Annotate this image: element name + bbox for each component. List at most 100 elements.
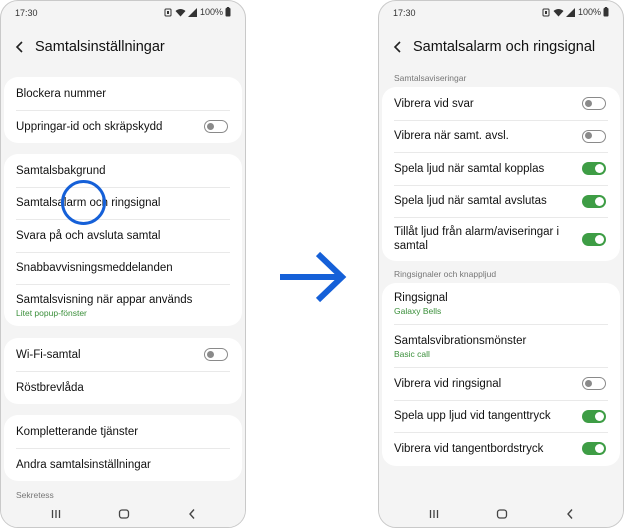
settings-item-ringtone[interactable]: Ringsignal Galaxy Bells: [382, 283, 620, 323]
settings-item-vibrate-on-ring[interactable]: Vibrera vid ringsignal: [382, 367, 620, 400]
settings-item-sublabel: Galaxy Bells: [394, 305, 442, 316]
settings-item-label: Tillåt ljud från alarm/aviseringar i sam…: [394, 226, 560, 252]
settings-item-label: Andra samtalsinställningar: [16, 458, 151, 471]
settings-item-quick-decline[interactable]: Snabbavvisningsmeddelanden: [4, 252, 242, 284]
settings-group-wifi-voicemail: Wi-Fi-samtal Röstbrevlåda: [4, 338, 242, 404]
settings-item-call-background[interactable]: Samtalsbakgrund: [4, 154, 242, 187]
settings-item-keypad-sound[interactable]: Spela upp ljud vid tangenttryck: [382, 400, 620, 432]
app-header: Samtalsinställningar: [13, 35, 237, 59]
settings-group-call: Samtalsbakgrund Samtalsalarm och ringsig…: [4, 154, 242, 326]
settings-item-vibrate-on-answer[interactable]: Vibrera vid svar: [382, 87, 620, 120]
settings-item-allow-alarm-sounds[interactable]: Tillåt ljud från alarm/aviseringar i sam…: [382, 219, 620, 259]
home-icon[interactable]: [117, 507, 131, 521]
settings-item-sublabel: Litet popup-fönster: [16, 307, 87, 318]
settings-item-sound-on-end[interactable]: Spela ljud när samtal avslutas: [382, 185, 620, 217]
battery-icon: [225, 7, 231, 17]
settings-item-label: Spela upp ljud vid tangenttryck: [394, 410, 551, 422]
settings-item-call-alerts-ringtone[interactable]: Samtalsalarm och ringsignal: [4, 187, 242, 219]
settings-item-label: Wi-Fi-samtal: [16, 348, 81, 361]
settings-group-ringtones: Ringsignal Galaxy Bells Samtalsvibration…: [382, 283, 620, 466]
settings-item-label: Snabbavvisningsmeddelanden: [16, 262, 173, 274]
wifi-icon: [175, 8, 186, 16]
settings-item-label: Samtalsbakgrund: [16, 164, 106, 177]
phone-screen-call-settings: 17:30 100% Samtalsinställningar Blockera…: [0, 0, 246, 528]
recent-apps-icon[interactable]: [427, 507, 441, 521]
settings-item-label: Kompletterande tjänster: [16, 425, 139, 438]
settings-item-label: Röstbrevlåda: [16, 381, 84, 394]
settings-item-sound-on-connect[interactable]: Spela ljud när samtal kopplas: [382, 152, 620, 185]
settings-item-sublabel: Basic call: [394, 348, 430, 359]
settings-item-voicemail[interactable]: Röstbrevlåda: [4, 371, 242, 404]
settings-item-label: Spela ljud när samtal avslutas: [394, 195, 547, 207]
settings-item-label: Spela ljud när samtal kopplas: [394, 162, 545, 175]
vibrate-on-end-toggle[interactable]: [582, 129, 606, 143]
wifi-calling-toggle[interactable]: [204, 348, 228, 361]
settings-item-text: Samtalsvisning när appar används Litet p…: [16, 293, 228, 318]
tap-highlight-circle: [61, 180, 106, 225]
settings-item-other-call-settings[interactable]: Andra samtalsinställningar: [4, 448, 242, 481]
keyboard-vibrate-toggle[interactable]: [582, 442, 606, 455]
settings-item-label: Samtalsvibrationsmönster: [394, 334, 527, 347]
settings-item-label: Vibrera när samt. avsl.: [394, 130, 509, 142]
settings-item-supplementary[interactable]: Kompletterande tjänster: [4, 415, 242, 448]
settings-group-call-notifications: Vibrera vid svar Vibrera när samt. avsl.…: [382, 87, 620, 261]
recent-apps-icon[interactable]: [49, 507, 63, 521]
settings-item-label: Samtalsalarm och ringsignal: [16, 197, 161, 209]
back-arrow-icon[interactable]: [13, 40, 27, 54]
app-header: Samtalsalarm och ringsignal: [391, 35, 615, 59]
settings-item-label: Svara på och avsluta samtal: [16, 229, 161, 242]
divider: [394, 217, 608, 218]
settings-item-vibrate-on-end[interactable]: Vibrera när samt. avsl.: [382, 120, 620, 152]
page-title: Samtalsinställningar: [35, 39, 165, 55]
back-icon[interactable]: [563, 507, 577, 521]
wifi-icon: [553, 8, 564, 16]
settings-item-block-numbers[interactable]: Blockera nummer: [4, 77, 242, 110]
wifi-calling-icon: [164, 8, 172, 16]
navigation-bar: [1, 499, 245, 527]
battery-percent: 100%: [199, 7, 223, 17]
status-time: 17:30: [15, 8, 38, 18]
arrow-right-icon: [280, 251, 347, 303]
battery-icon: [603, 7, 609, 17]
settings-item-keyboard-vibrate[interactable]: Vibrera vid tangentbordstryck: [382, 432, 620, 465]
sound-on-connect-toggle[interactable]: [582, 162, 606, 175]
caller-id-toggle[interactable]: [204, 120, 228, 133]
settings-item-call-display[interactable]: Samtalsvisning när appar används Litet p…: [4, 286, 242, 324]
settings-item-text: Ringsignal Galaxy Bells: [394, 291, 606, 316]
allow-alarm-sounds-toggle[interactable]: [582, 232, 606, 246]
status-bar: 17:30 100%: [1, 1, 245, 23]
signal-icon: [565, 7, 575, 17]
section-label-ringtones: Ringsignaler och knappljud: [394, 269, 497, 279]
settings-item-label: Vibrera vid ringsignal: [394, 377, 502, 390]
signal-icon: [187, 7, 197, 17]
home-icon[interactable]: [495, 507, 509, 521]
sound-on-end-toggle[interactable]: [582, 194, 606, 208]
status-time: 17:30: [393, 8, 416, 18]
keypad-sound-toggle[interactable]: [582, 409, 606, 423]
settings-item-text: Samtalsvibrationsmönster Basic call: [394, 334, 606, 359]
battery-percent: 100%: [577, 7, 601, 17]
vibrate-on-ring-toggle[interactable]: [582, 377, 606, 390]
settings-item-caller-id[interactable]: Uppringar-id och skräpskydd: [4, 110, 242, 143]
vibrate-on-answer-toggle[interactable]: [582, 97, 606, 110]
wifi-calling-icon: [542, 8, 550, 16]
settings-item-vibration-pattern[interactable]: Samtalsvibrationsmönster Basic call: [382, 325, 620, 367]
phone-screen-call-alerts: 17:30 100% Samtalsalarm och ringsignal S…: [378, 0, 624, 528]
settings-item-label: Samtalsvisning när appar används: [16, 293, 193, 306]
settings-item-label: Vibrera vid tangentbordstryck: [394, 442, 544, 455]
settings-group-blocking: Blockera nummer Uppringar-id och skräpsk…: [4, 77, 242, 143]
page-title: Samtalsalarm och ringsignal: [413, 39, 596, 55]
status-icons: 100%: [163, 7, 231, 17]
settings-item-label: Vibrera vid svar: [394, 97, 474, 110]
divider: [16, 284, 230, 285]
settings-item-wifi-calling[interactable]: Wi-Fi-samtal: [4, 338, 242, 371]
settings-item-label: Ringsignal: [394, 291, 448, 304]
back-icon[interactable]: [185, 507, 199, 521]
settings-item-answer-end-calls[interactable]: Svara på och avsluta samtal: [4, 219, 242, 252]
settings-group-more: Kompletterande tjänster Andra samtalsins…: [4, 415, 242, 481]
navigation-bar: [379, 499, 623, 527]
back-arrow-icon[interactable]: [391, 40, 405, 54]
section-label-call-notifications: Samtalsaviseringar: [394, 73, 467, 83]
status-icons: 100%: [541, 7, 609, 17]
status-bar: 17:30 100%: [379, 1, 623, 23]
